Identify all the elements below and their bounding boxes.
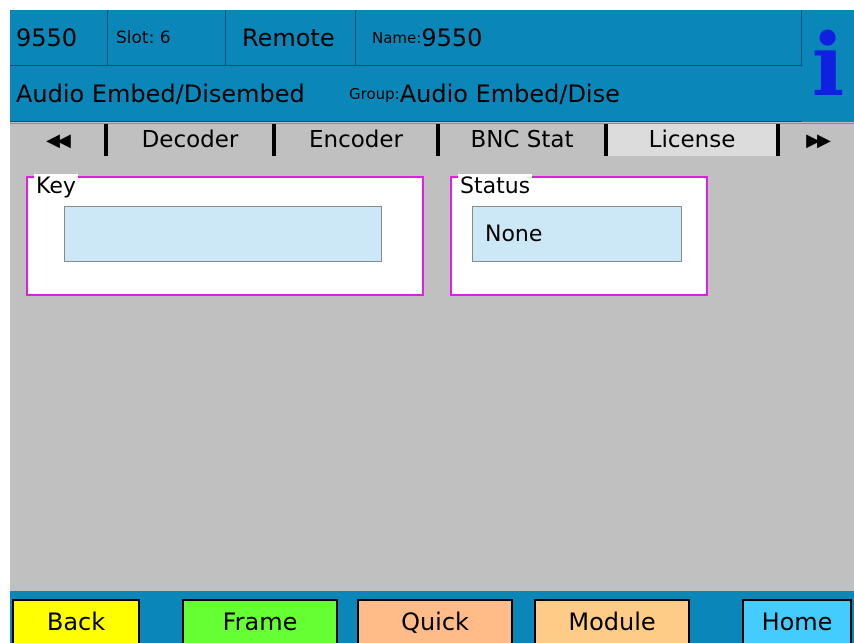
quick-button[interactable]: Quick [357,599,513,643]
info-icon[interactable]: i [802,10,854,122]
module-name: Audio Embed/Disembed [16,79,305,108]
tab-bnc-stat[interactable]: BNC Stat [440,124,608,156]
group-label: Group: [349,84,400,103]
tab-encoder[interactable]: Encoder [276,124,440,156]
key-input[interactable] [64,206,382,262]
tab-scroll-right-button[interactable]: ▶▶ [780,124,854,156]
status-value: None [472,206,682,262]
device-screen: 9550 Slot: 6 Remote Name: 9550 Audio Emb… [10,10,854,643]
status-label: Status [458,174,533,199]
name-value: 9550 [421,23,483,52]
module-button[interactable]: Module [534,599,690,643]
unit-id: 9550 [10,10,108,66]
key-group: Key [26,174,424,296]
group-value: Audio Embed/Dise [399,79,620,108]
tab-bar: ◀◀ Decoder Encoder BNC Stat License ▶▶ [10,123,854,156]
license-panel: Key Status None [10,155,854,585]
header-bar: 9550 Slot: 6 Remote Name: 9550 Audio Emb… [10,10,854,122]
tab-license[interactable]: License [608,124,780,156]
home-button[interactable]: Home [742,599,852,643]
name-label: Name: [372,28,422,47]
module-group-row: Audio Embed/Disembed Group: Audio Embed/… [10,66,802,122]
frame-button[interactable]: Frame [182,599,338,643]
tab-decoder[interactable]: Decoder [108,124,276,156]
remote-indicator: Remote [226,10,356,66]
back-button[interactable]: Back [12,599,140,643]
slot-indicator: Slot: 6 [108,10,226,66]
tab-scroll-left-button[interactable]: ◀◀ [10,124,108,156]
navigation-bar: Back Frame Quick Module Home [10,591,854,643]
key-label: Key [34,174,78,199]
name-field: Name: 9550 [356,10,802,66]
status-group: Status None [450,174,708,296]
